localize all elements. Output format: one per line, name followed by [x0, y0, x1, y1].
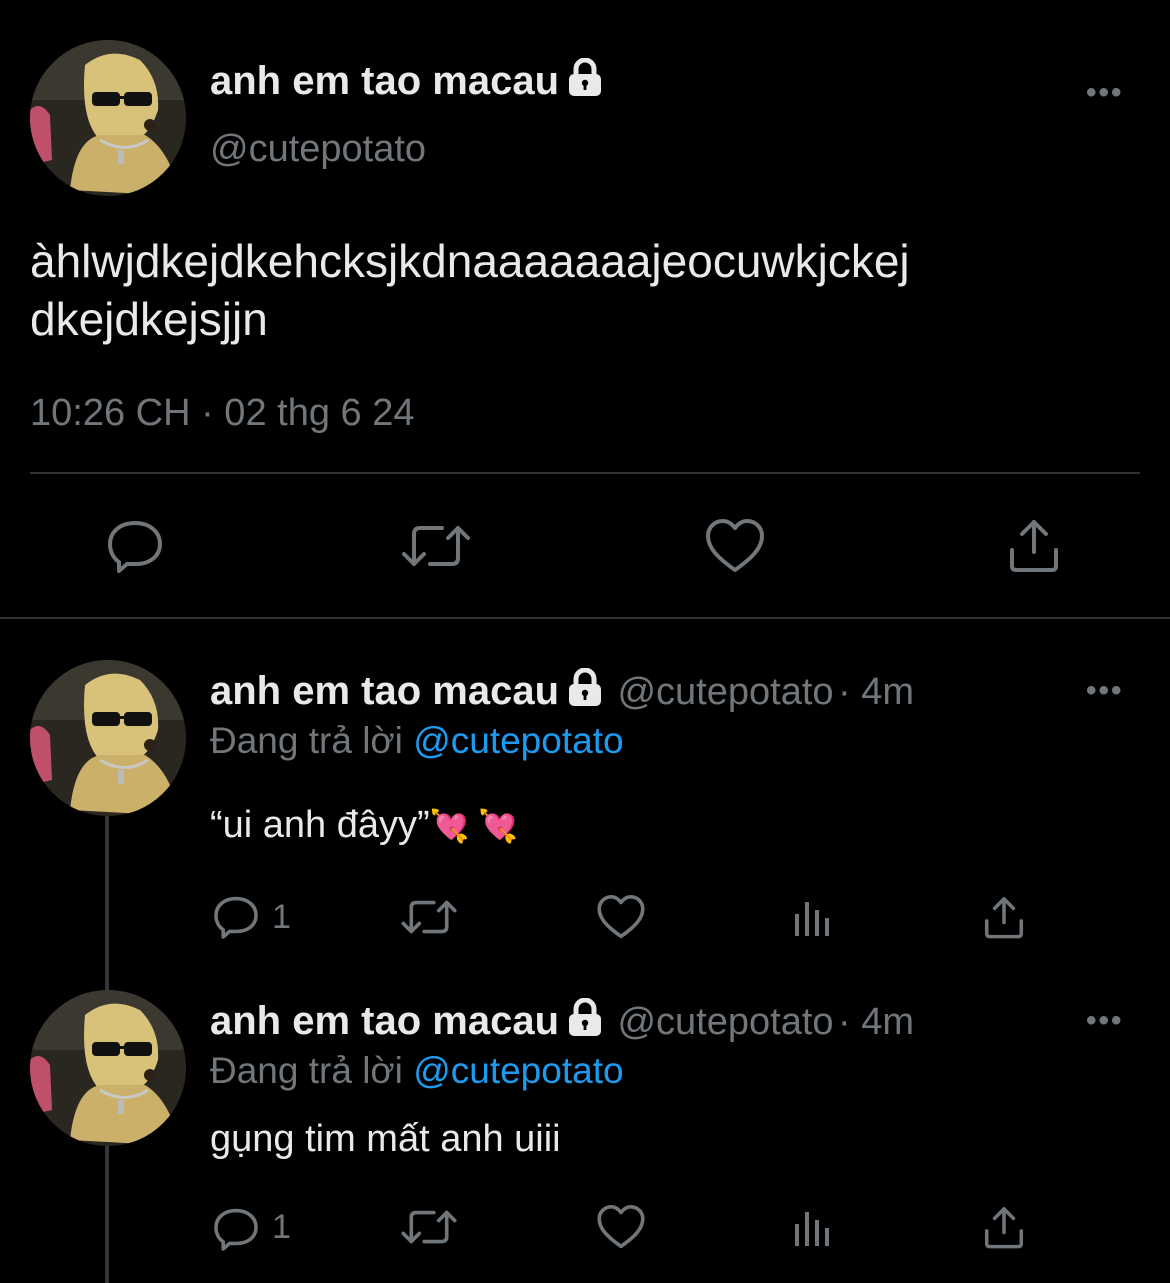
reply-icon	[108, 521, 162, 573]
lock-icon	[565, 998, 605, 1038]
avatar-image	[30, 660, 186, 816]
like-button[interactable]	[704, 518, 766, 574]
tweet-text: gụng tim mất anh uiii	[210, 1118, 561, 1160]
views-icon	[795, 902, 829, 936]
reply-icon	[214, 896, 258, 939]
avatar-image	[30, 40, 186, 196]
like-icon	[706, 519, 764, 572]
retweet-icon	[401, 1210, 457, 1244]
views-icon	[795, 1212, 829, 1246]
display-name[interactable]: anh em tao macau	[210, 59, 559, 103]
replying-to: Đang trả lời @cutepotato	[210, 1050, 624, 1092]
thread-connector	[105, 816, 109, 992]
thread-connector	[105, 1146, 109, 1283]
more-options-button[interactable]: •••	[1086, 674, 1124, 708]
replying-prefix: Đang trả lời	[210, 1050, 403, 1091]
replying-to: Đang trả lời @cutepotato	[210, 720, 624, 762]
more-options-button[interactable]: •••	[1086, 1004, 1124, 1038]
reply-button[interactable]	[212, 894, 260, 940]
like-button[interactable]	[596, 1204, 646, 1250]
like-icon	[597, 1205, 645, 1249]
avatar[interactable]	[30, 990, 186, 1146]
mention-link[interactable]: @cutepotato	[413, 720, 623, 761]
tweet-timestamp[interactable]: 10:26 CH · 02 thg 6 24	[30, 392, 414, 435]
share-button[interactable]	[982, 894, 1026, 940]
retweet-icon	[401, 900, 457, 934]
reply-icon	[214, 1208, 258, 1251]
retweet-button[interactable]	[400, 520, 472, 572]
share-icon	[1010, 520, 1058, 572]
more-options-button[interactable]: •••	[1086, 76, 1124, 110]
user-handle[interactable]: @cutepotato	[617, 1001, 833, 1043]
share-button[interactable]	[1006, 516, 1062, 574]
tweet-time[interactable]: · 4m	[838, 1001, 914, 1043]
tweet-text: àhlwjdkejdkehcksjkdnaaaaaaajeocuwkjckej …	[30, 235, 910, 345]
reply-count: 1	[272, 1208, 291, 1246]
mention-link[interactable]: @cutepotato	[413, 1050, 623, 1091]
share-button[interactable]	[982, 1204, 1026, 1250]
like-button[interactable]	[596, 894, 646, 940]
reply-button[interactable]	[105, 518, 165, 574]
avatar[interactable]	[30, 40, 186, 196]
reply-button[interactable]	[212, 1206, 260, 1252]
share-icon	[984, 1207, 1024, 1249]
lock-icon	[565, 58, 605, 98]
retweet-icon	[402, 526, 470, 566]
lock-icon	[565, 668, 605, 708]
views-button[interactable]	[792, 898, 834, 938]
replying-prefix: Đang trả lời	[210, 720, 403, 761]
tweet-time[interactable]: · 4m	[838, 671, 914, 713]
reply-count: 1	[272, 898, 291, 936]
like-icon	[597, 895, 645, 939]
share-icon	[984, 897, 1024, 939]
avatar-image	[30, 990, 186, 1146]
user-handle[interactable]: @cutepotato	[617, 671, 833, 713]
tweet-text: “ui anh đâyy”	[210, 804, 430, 846]
emoji: 💘 💘	[429, 808, 519, 844]
avatar[interactable]	[30, 660, 186, 816]
section-divider	[0, 617, 1170, 619]
retweet-button[interactable]	[400, 1206, 458, 1248]
retweet-button[interactable]	[400, 896, 458, 938]
views-button[interactable]	[792, 1208, 834, 1248]
display-name[interactable]: anh em tao macau	[210, 669, 559, 713]
user-handle[interactable]: @cutepotato	[210, 128, 426, 171]
divider	[30, 472, 1140, 474]
display-name[interactable]: anh em tao macau	[210, 999, 559, 1043]
